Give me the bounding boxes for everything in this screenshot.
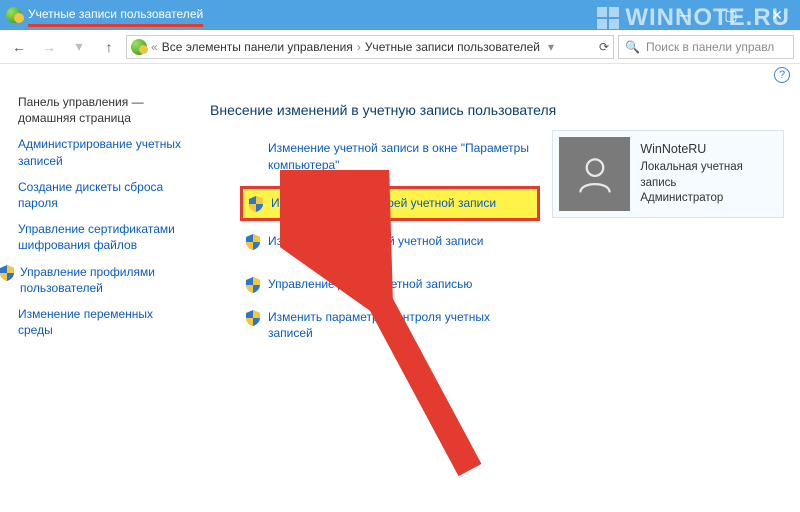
window-title: Учетные записи пользователей <box>28 7 203 23</box>
search-input[interactable] <box>644 39 787 55</box>
task-label: Изменение имени своей учетной записи <box>271 195 496 212</box>
chevron-right-icon: › <box>357 40 361 54</box>
account-type: Локальная учетная запись <box>640 160 777 191</box>
maximize-button[interactable]: ▢ <box>708 0 754 30</box>
user-icon <box>573 152 617 196</box>
search-box[interactable]: 🔍 <box>618 35 794 59</box>
forward-button[interactable]: → <box>36 34 62 60</box>
search-icon: 🔍 <box>625 40 640 54</box>
task-change-account-in-settings[interactable]: Изменение учетной записи в окне "Парамет… <box>262 136 540 178</box>
task-change-account-name[interactable]: Изменение имени своей учетной записи <box>240 186 540 221</box>
chevron-down-icon[interactable]: ▾ <box>548 40 554 54</box>
account-role: Администратор <box>640 191 777 207</box>
shield-icon <box>246 310 260 326</box>
sidebar-item-manage-profiles[interactable]: Управление профилями пользователей <box>0 264 190 296</box>
sidebar-item-label: Управление профилями пользователей <box>20 264 190 296</box>
user-accounts-icon <box>131 39 147 55</box>
up-button[interactable]: ↑ <box>96 34 122 60</box>
task-manage-other-account[interactable]: Управление другой учетной записью <box>240 272 540 297</box>
breadcrumb-chevron: « <box>151 40 158 54</box>
breadcrumb[interactable]: « Все элементы панели управления › Учетн… <box>126 35 614 59</box>
sidebar-item-manage-certificates[interactable]: Управление сертификатами шифрования файл… <box>18 221 190 253</box>
task-change-uac-settings[interactable]: Изменить параметры контроля учетных запи… <box>240 305 540 347</box>
recent-locations-button[interactable]: ▾ <box>66 34 92 60</box>
sidebar-item-password-reset-disk[interactable]: Создание дискеты сброса пароля <box>18 179 190 211</box>
close-button[interactable]: ✕ <box>754 0 800 30</box>
minimize-button[interactable]: ─ <box>662 0 708 30</box>
user-accounts-icon <box>6 7 22 23</box>
sidebar-item-env-vars[interactable]: Изменение переменных среды <box>18 306 190 338</box>
main-panel: Внесение изменений в учетную запись поль… <box>200 86 800 512</box>
breadcrumb-item[interactable]: Все элементы панели управления <box>162 40 353 54</box>
account-name: WinNoteRU <box>640 141 777 158</box>
page-title: Внесение изменений в учетную запись поль… <box>210 102 784 118</box>
help-button[interactable]: ? <box>774 67 790 83</box>
navigation-bar: ← → ▾ ↑ « Все элементы панели управления… <box>0 30 800 64</box>
refresh-button[interactable]: ⟳ <box>599 40 609 54</box>
sidebar-item-admin-accounts[interactable]: Администрирование учетных записей <box>18 136 190 168</box>
control-panel-home-link[interactable]: Панель управления — домашняя страница <box>18 94 190 126</box>
avatar <box>559 137 630 211</box>
task-label: Изменить параметры контроля учетных запи… <box>268 309 534 343</box>
task-label: Изменение типа своей учетной записи <box>268 233 483 250</box>
task-label: Изменение учетной записи в окне "Парамет… <box>268 140 534 174</box>
shield-icon <box>246 277 260 293</box>
task-label: Управление другой учетной записью <box>268 276 472 293</box>
title-bar: Учетные записи пользователей ─ ▢ ✕ <box>0 0 800 30</box>
shield-icon <box>0 265 14 281</box>
task-change-account-type[interactable]: Изменение типа своей учетной записи <box>240 229 540 254</box>
account-card: WinNoteRU Локальная учетная запись Админ… <box>552 130 784 218</box>
breadcrumb-item[interactable]: Учетные записи пользователей <box>365 40 540 54</box>
sidebar: Панель управления — домашняя страница Ад… <box>0 86 200 512</box>
back-button[interactable]: ← <box>6 34 32 60</box>
shield-icon <box>246 234 260 250</box>
shield-icon <box>249 196 263 212</box>
